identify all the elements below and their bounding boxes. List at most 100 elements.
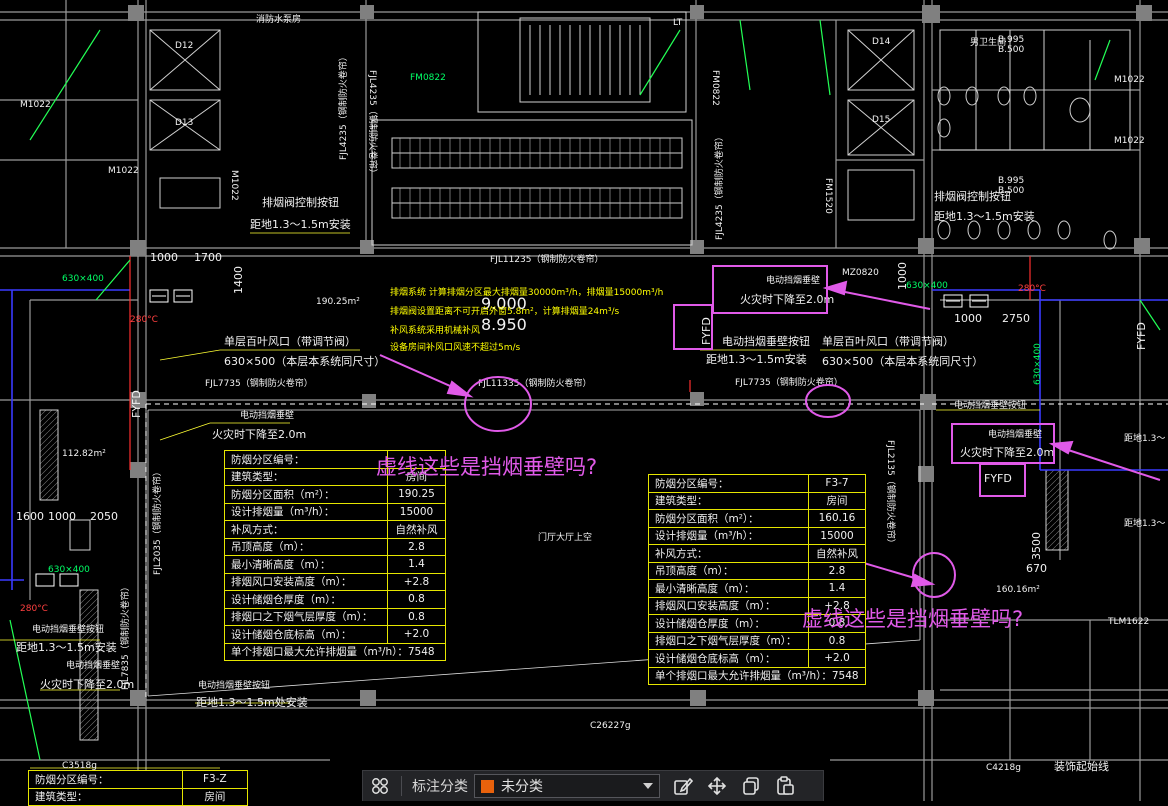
svg-text:单层百叶风口（带调节阀）: 单层百叶风口（带调节阀） (822, 334, 954, 348)
table-row: 补风方式： 自然补风 (647, 544, 866, 563)
svg-text:190.25m²: 190.25m² (316, 297, 360, 307)
svg-text:电动挡烟垂壁按钮: 电动挡烟垂壁按钮 (722, 334, 810, 348)
table-cell-label: 排烟风口安装高度（m）： (647, 596, 810, 615)
svg-text:FM0822: FM0822 (410, 73, 446, 83)
svg-text:距地1.3～: 距地1.3～ (1124, 432, 1165, 444)
svg-text:FJL7835（钢制防火卷帘）: FJL7835（钢制防火卷帘） (119, 582, 131, 690)
svg-text:电动挡烟垂壁: 电动挡烟垂壁 (766, 274, 820, 286)
table-cell-value: 1.4 (808, 579, 866, 598)
table-cell-value: 0.8 (808, 631, 866, 650)
duct-blue-lines (0, 289, 1168, 590)
table-cell-value: F3-Z (181, 770, 249, 789)
svg-text:FJL2035（钢制防火卷帘）: FJL2035（钢制防火卷帘） (151, 467, 163, 575)
table-row: 排烟口之下烟气层厚度（m）： 0.8 (647, 631, 866, 650)
table-cell-value: 0.8 (386, 590, 447, 609)
copy-icon[interactable] (734, 771, 768, 802)
table-cell-label: 防烟分区编号： (28, 770, 183, 789)
escalator-steps (399, 138, 671, 218)
table-cell-label: 吊顶高度（m）： (647, 561, 810, 580)
table-cell-label: 最小清晰高度（m）： (224, 555, 388, 574)
table-row: 建筑类型： 房间 (28, 787, 249, 806)
svg-text:FJL11235（钢制防火卷帘）: FJL11235（钢制防火卷帘） (490, 253, 603, 265)
category-color-swatch (481, 779, 494, 793)
svg-text:M1022: M1022 (229, 170, 239, 201)
category-dropdown[interactable]: 未分类 (474, 774, 660, 798)
svg-text:112.82m²: 112.82m² (62, 449, 106, 459)
fyfd-label-right: FYFD (984, 472, 1012, 485)
table-cell-value: +2.0 (386, 625, 447, 644)
table-row: 建筑类型： 房间 (647, 491, 866, 510)
svg-text:门厅大厅上空: 门厅大厅上空 (538, 531, 592, 543)
svg-text:距地1.3～1.5m安装: 距地1.3～1.5m安装 (16, 640, 117, 654)
svg-text:D14: D14 (872, 37, 891, 47)
svg-text:C26227g: C26227g (590, 721, 631, 731)
categories-icon[interactable] (363, 771, 397, 802)
svg-text:火灾时下降至2.0m: 火灾时下降至2.0m (40, 677, 134, 691)
markup-circle-3 (912, 552, 956, 598)
svg-text:FJL7735（钢制防火卷帘）: FJL7735（钢制防火卷帘） (205, 377, 313, 389)
table-row: 排烟口之下烟气层厚度（m）： 0.8 (224, 607, 447, 626)
table-cell-value: 2.8 (386, 537, 447, 556)
svg-text:设备房间补风口风速不超过5m/s: 设备房间补风口风速不超过5m/s (390, 341, 521, 353)
table-cell-value: 1.4 (386, 555, 447, 574)
cad-drawing-canvas[interactable]: 消防水泵房 D12 D13 D14 D15 M1022 M1022 M1022 … (0, 0, 1168, 801)
table-cell-value: 0.8 (386, 607, 447, 626)
svg-text:距地1.3～1.5m安装: 距地1.3～1.5m安装 (250, 217, 351, 231)
table-cell-label: 补风方式： (224, 520, 388, 539)
svg-text:火灾时下降至2.0m: 火灾时下降至2.0m (960, 445, 1054, 459)
table-cell-value: 190.25 (386, 485, 447, 504)
table-row: 吊顶高度（m）： 2.8 (647, 561, 866, 580)
annotation-toolbar: 标注分类 未分类 (362, 770, 824, 801)
annotation-question-2: 虚线这些是挡烟垂壁吗? (802, 607, 1024, 631)
table-row: 设计储烟仓厚度（m）： 0.8 (224, 590, 447, 609)
table-cell-value: 15000 (808, 526, 866, 545)
svg-text:距地1.3～1.5m安装: 距地1.3～1.5m安装 (934, 209, 1035, 223)
category-label: 标注分类 (412, 779, 468, 795)
annotation-question-1: 虚线这些是挡烟垂壁吗? (376, 455, 598, 479)
svg-text:D13: D13 (175, 118, 193, 128)
svg-text:装饰起始线: 装饰起始线 (1054, 759, 1109, 773)
table-cell-label: 单个排烟口最大允许排烟量（m³/h）：7548 (648, 666, 866, 685)
svg-text:电动挡烟垂壁: 电动挡烟垂壁 (66, 659, 120, 671)
table-row: 单个排烟口最大允许排烟量（m³/h）：7548 (648, 666, 866, 685)
svg-text:B.995: B.995 (998, 35, 1024, 45)
svg-text:B.500: B.500 (998, 45, 1024, 55)
table-row: 设计储烟仓底标高（m）： +2.0 (224, 625, 447, 644)
table-cell-value: 2.8 (808, 561, 866, 580)
chevron-down-icon (643, 783, 653, 789)
table-cell-label: 排烟风口安装高度（m）： (224, 572, 388, 591)
table-cell-label: 单个排烟口最大允许排烟量（m³/h）：7548 (224, 642, 446, 661)
table-cell-label: 设计储烟仓厚度（m）： (224, 590, 388, 609)
table-row: 防烟分区面积（m²）： 190.25 (224, 485, 447, 504)
svg-text:280°C: 280°C (130, 315, 158, 325)
table-row: 设计排烟量（m³/h）： 15000 (224, 502, 447, 521)
table-cell-value: +2.8 (386, 572, 447, 591)
table-cell-label: 设计排烟量（m³/h）： (647, 526, 810, 545)
edit-icon[interactable] (666, 771, 700, 802)
svg-text:8.950: 8.950 (481, 315, 527, 334)
table-cell-value: F3-7 (808, 474, 866, 493)
svg-text:1000: 1000 (954, 312, 982, 325)
table-cell-value: 房间 (808, 491, 866, 510)
paste-icon[interactable] (768, 771, 802, 802)
svg-text:消防水泵房: 消防水泵房 (256, 13, 301, 25)
svg-text:630×400: 630×400 (48, 565, 90, 575)
svg-text:160.16m²: 160.16m² (996, 585, 1040, 595)
table-cell-label: 排烟口之下烟气层厚度（m）： (224, 607, 388, 626)
svg-text:FJL2135（钢制防火卷帘）: FJL2135（钢制防火卷帘） (885, 440, 897, 548)
svg-text:M1022: M1022 (1114, 75, 1145, 85)
svg-text:FJL7735（钢制防火卷帘）: FJL7735（钢制防火卷帘） (735, 376, 843, 388)
svg-text:排烟阀控制按钮: 排烟阀控制按钮 (262, 195, 339, 209)
svg-text:630×400: 630×400 (1033, 343, 1043, 385)
svg-text:280°C: 280°C (20, 604, 48, 614)
table-cell-label: 最小清晰高度（m）： (647, 579, 810, 598)
svg-text:2750: 2750 (1002, 312, 1030, 325)
svg-text:1400: 1400 (232, 266, 245, 294)
smoke-zone-table-right: 防烟分区编号： F3-7 建筑类型： 房间 防烟分区面积（m²）： 160.16 设计排烟量… (647, 474, 866, 685)
move-icon[interactable] (700, 771, 734, 802)
svg-text:2050: 2050 (90, 510, 118, 523)
table-row: 设计储烟仓底标高（m）： +2.0 (647, 649, 866, 668)
table-cell-label: 建筑类型： (647, 491, 810, 510)
svg-text:电动挡烟垂壁: 电动挡烟垂壁 (240, 409, 294, 421)
table-cell-label: 设计储烟仓底标高（m）： (224, 625, 388, 644)
